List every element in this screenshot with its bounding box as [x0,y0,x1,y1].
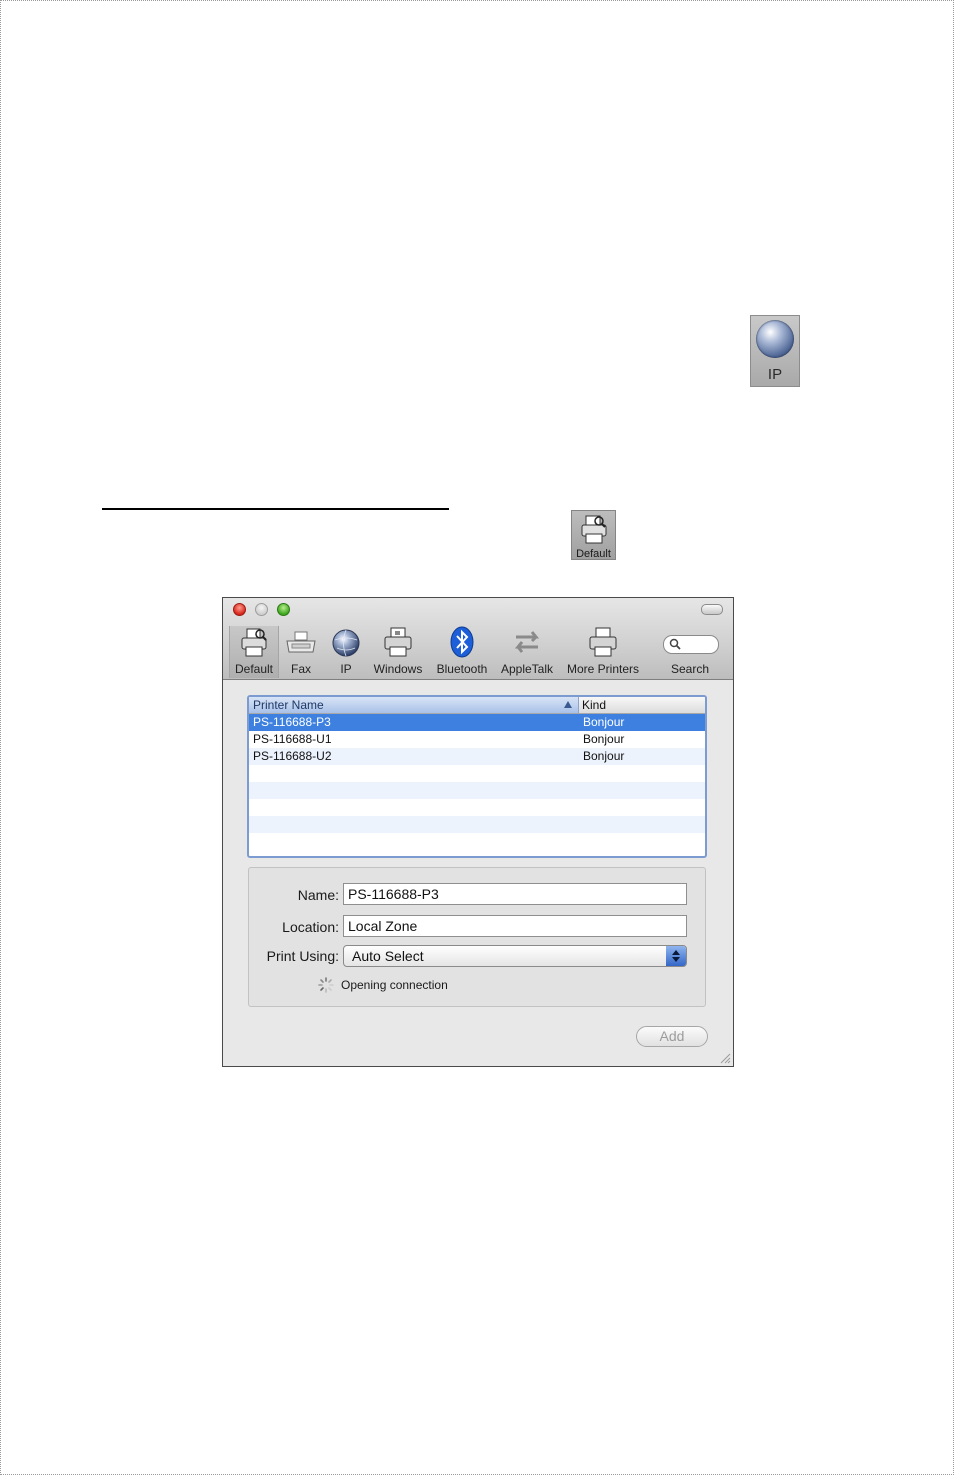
empty-row [249,816,705,833]
printer-name-cell: PS-116688-U2 [253,749,332,763]
toolbar-label: Search [670,662,710,676]
location-field[interactable]: Local Zone [343,915,687,937]
toolbar-label: Bluetooth [436,662,488,676]
add-printer-window: Default Fax IP Windows Bluetooth AppleTa… [222,597,734,1067]
list-header: Printer Name Kind [249,697,705,714]
empty-row [249,765,705,782]
toolbar-fax[interactable]: Fax [281,626,321,678]
toolbar-default[interactable]: Default [229,626,279,678]
printer-kind-cell: Bonjour [583,749,625,763]
toolbar: Default Fax IP Windows Bluetooth AppleTa… [223,598,733,680]
toolbar-search: Search [653,626,727,678]
toolbar-appletalk[interactable]: AppleTalk [497,626,557,678]
empty-row [249,833,705,850]
sort-ascending-icon [564,701,572,708]
status-text: Opening connection [341,978,448,992]
name-label: Name: [297,887,339,903]
toolbar-windows[interactable]: Windows [371,626,425,678]
printer-magnifier-icon [241,628,267,657]
toolbar-more-printers[interactable]: More Printers [563,626,643,678]
table-row[interactable]: PS-116688-U1 Bonjour [249,731,705,748]
column-label: Printer Name [253,698,324,712]
globe-icon [332,629,360,657]
toolbar-label: Windows [373,662,423,676]
printer-details-panel: Name: PS-116688-P3 Location: Local Zone … [248,867,706,1007]
printer-kind-cell: Bonjour [583,715,625,729]
name-field[interactable]: PS-116688-P3 [343,883,687,905]
empty-row [249,799,705,816]
print-using-select[interactable]: Auto Select [343,945,687,967]
table-row[interactable]: PS-116688-U2 Bonjour [249,748,705,765]
toolbar-label: IP [340,662,352,676]
printer-list[interactable]: Printer Name Kind PS-116688-P3 Bonjour P… [247,695,707,858]
zoom-button[interactable] [277,603,290,616]
table-row[interactable]: PS-116688-P3 Bonjour [249,714,705,731]
printer-icon [384,627,412,657]
column-printer-name[interactable]: Printer Name [249,697,579,713]
globe-icon [756,320,794,358]
default-printer-icon: Default [571,510,616,560]
print-using-value: Auto Select [352,948,424,964]
toolbar-label: Fax [290,662,311,676]
empty-row [249,782,705,799]
underline-rule [102,508,449,510]
toolbar-label: AppleTalk [500,662,554,676]
toolbar-bluetooth[interactable]: Bluetooth [433,626,491,678]
printer-icon [589,627,617,657]
printer-name-cell: PS-116688-U1 [253,732,332,746]
arrows-icon [514,631,540,653]
minimize-button[interactable] [255,603,268,616]
default-icon-label: Default [576,548,611,560]
toolbar-label: Default [234,662,274,676]
bluetooth-icon [450,626,474,658]
print-using-label: Print Using: [266,948,339,964]
ip-icon-label: IP [767,366,783,383]
location-label: Location: [282,919,339,935]
resize-grip-icon[interactable] [719,1052,731,1064]
spinner-icon [318,977,334,993]
printer-magnifier-icon [581,515,607,544]
fax-icon [286,631,316,653]
ip-icon: IP [750,315,800,387]
add-button[interactable]: Add [636,1026,708,1047]
toolbar-label: More Printers [566,662,640,676]
printer-name-cell: PS-116688-P3 [253,715,331,729]
close-button[interactable] [233,603,246,616]
toolbar-toggle-button[interactable] [701,604,723,615]
toolbar-ip[interactable]: IP [327,626,365,678]
printer-kind-cell: Bonjour [583,732,625,746]
column-kind[interactable]: Kind [582,697,606,713]
select-stepper-icon [666,946,686,966]
